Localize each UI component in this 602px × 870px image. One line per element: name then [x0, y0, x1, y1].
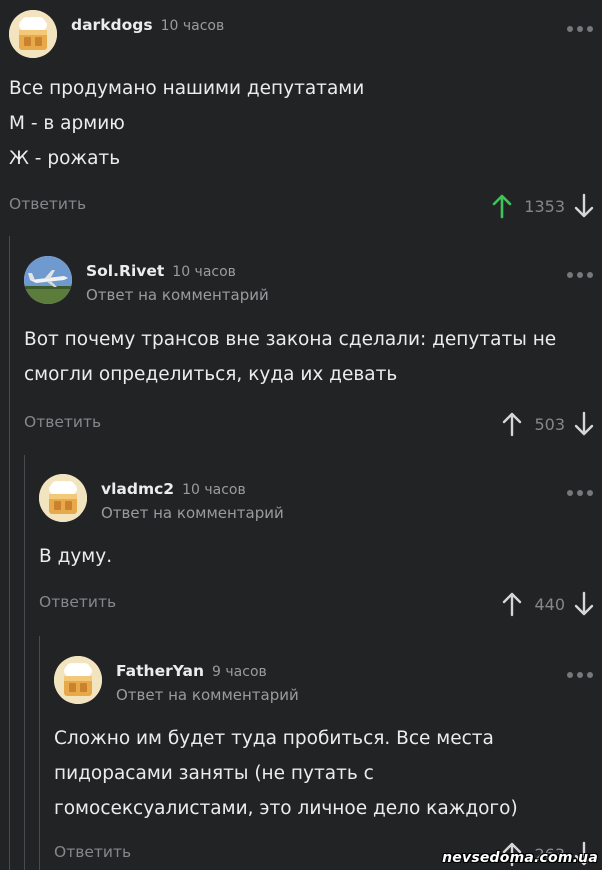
downvote-arrow-icon[interactable]: [574, 193, 594, 219]
comment-line: Вот почему трансов вне закона сделали: д…: [24, 329, 557, 350]
upvote-arrow-icon[interactable]: [502, 591, 522, 617]
comment-header: vladmc2 10 часов Ответ на комментарий: [39, 474, 602, 522]
more-options-icon[interactable]: [567, 672, 593, 678]
comment-vladmc2: vladmc2 10 часов Ответ на комментарий В д…: [39, 474, 602, 619]
comment-header: darkdogs 10 часов: [9, 10, 602, 58]
comment-actions: Ответить 503: [24, 409, 602, 439]
author-name[interactable]: vladmc2 10 часов: [101, 480, 246, 498]
comment-actions: Ответить 440: [39, 589, 602, 619]
author-label[interactable]: FatherYan: [116, 662, 204, 680]
more-options-icon[interactable]: [567, 26, 593, 32]
thread-line-level-2: [24, 455, 25, 870]
reply-to-label[interactable]: Ответ на комментарий: [101, 504, 284, 522]
more-options-icon[interactable]: [567, 490, 593, 496]
thread-line-level-1: [9, 236, 10, 870]
author-name[interactable]: FatherYan 9 часов: [116, 662, 267, 680]
comment-line: смогли определиться, куда их девать: [24, 364, 398, 385]
reply-button[interactable]: Ответить: [9, 195, 86, 213]
reply-button[interactable]: Ответить: [24, 413, 101, 431]
author-name[interactable]: darkdogs 10 часов: [71, 16, 224, 34]
comment-text: Вот почему трансов вне закона сделали: д…: [24, 322, 602, 392]
comment-fatheryan: FatherYan 9 часов Ответ на комментарий Сл…: [54, 656, 602, 869]
comment-line: гомосексуалистами, это личное дело каждо…: [54, 798, 518, 819]
author-label[interactable]: vladmc2: [101, 480, 174, 498]
comment-line: Сложно им будет туда пробиться. Все мест…: [54, 728, 494, 749]
reply-to-label[interactable]: Ответ на комментарий: [86, 286, 269, 304]
vote-count: 440: [534, 594, 565, 614]
cake-avatar-icon[interactable]: [9, 10, 57, 58]
comment-actions: Ответить 1353: [9, 191, 602, 221]
comment-line: Все продумано нашими депутатами: [9, 78, 365, 99]
reply-to-label[interactable]: Ответ на комментарий: [116, 686, 299, 704]
comment-text: Сложно им будет туда пробиться. Все мест…: [54, 721, 602, 826]
author-name[interactable]: Sol.Rivet 10 часов: [86, 262, 236, 280]
comment-sol-rivet: Sol.Rivet 10 часов Ответ на комментарий В…: [24, 256, 602, 439]
downvote-arrow-icon[interactable]: [574, 591, 594, 617]
comment-text: В думу.: [39, 539, 602, 574]
vote-count: 1353: [524, 196, 565, 216]
comment-time: 9 часов: [212, 664, 267, 680]
upvote-arrow-icon[interactable]: [502, 411, 522, 437]
comment-line: Ж - рожать: [9, 148, 121, 169]
comment-line: пидорасами заняты (не путать с: [54, 763, 374, 784]
author-label[interactable]: Sol.Rivet: [86, 262, 164, 280]
vote-count: 503: [534, 414, 565, 434]
downvote-arrow-icon[interactable]: [574, 411, 594, 437]
vote-controls: 1353: [492, 191, 594, 221]
reply-button[interactable]: Ответить: [54, 843, 131, 861]
comment-line: М - в армию: [9, 113, 125, 134]
comment-text: Все продумано нашими депутатами М - в ар…: [9, 71, 602, 176]
comment-time: 10 часов: [182, 482, 246, 498]
more-options-icon[interactable]: [567, 272, 593, 278]
vote-controls: 503: [502, 409, 594, 439]
reply-button[interactable]: Ответить: [39, 593, 116, 611]
watermark: nevsedoma.com.ua: [442, 850, 598, 866]
comment-time: 10 часов: [160, 18, 225, 34]
comment-line: В думу.: [39, 546, 113, 567]
author-label[interactable]: darkdogs: [71, 16, 153, 34]
comment-time: 10 часов: [172, 264, 236, 280]
vote-controls: 440: [502, 589, 594, 619]
cake-avatar-icon[interactable]: [54, 656, 102, 704]
cake-avatar-icon[interactable]: [39, 474, 87, 522]
comment-darkdogs: darkdogs 10 часов Все продумано нашими де…: [9, 10, 602, 221]
airplane-avatar-icon[interactable]: [24, 256, 72, 304]
upvote-arrow-icon[interactable]: [492, 193, 512, 219]
thread-line-level-3: [39, 636, 40, 870]
comment-header: FatherYan 9 часов Ответ на комментарий: [54, 656, 602, 704]
comment-header: Sol.Rivet 10 часов Ответ на комментарий: [24, 256, 602, 304]
